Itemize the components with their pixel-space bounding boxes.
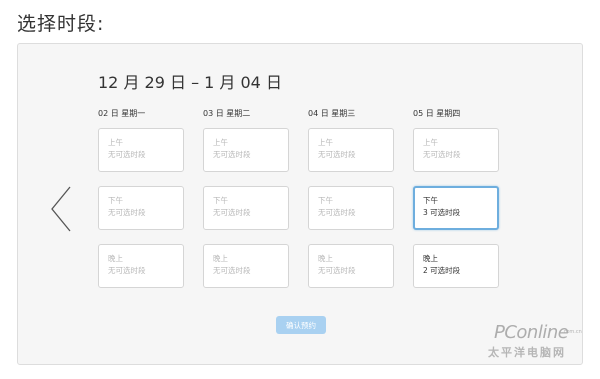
slot-status: 2 可选时段 — [423, 266, 461, 275]
slot-status: 3 可选时段 — [423, 208, 461, 217]
slot-status: 无可选时段 — [108, 150, 146, 159]
slot-status: 无可选时段 — [213, 150, 251, 159]
page-title: 选择时段: — [17, 13, 105, 35]
slot-period: 上午 — [213, 138, 228, 147]
slot-period: 下午 — [213, 196, 228, 205]
slot-status: 无可选时段 — [318, 266, 356, 275]
watermark-domain: .com.cn — [562, 329, 582, 335]
slot-mon-afternoon[interactable]: 下午 无可选时段 — [98, 186, 184, 230]
slot-period: 上午 — [423, 138, 438, 147]
slot-status: 无可选时段 — [108, 266, 146, 275]
day-header-tue: 03 日 星期二 — [203, 109, 251, 118]
slot-period: 下午 — [423, 196, 438, 205]
watermark-brand: PConline — [494, 322, 569, 343]
slot-wed-afternoon[interactable]: 下午 无可选时段 — [308, 186, 394, 230]
slot-thu-afternoon[interactable]: 下午 3 可选时段 — [413, 186, 499, 230]
slot-status: 无可选时段 — [213, 266, 251, 275]
watermark-cn-text: 太平洋电脑网 — [488, 346, 566, 359]
slot-mon-morning[interactable]: 上午 无可选时段 — [98, 128, 184, 172]
slot-period: 晚上 — [108, 254, 123, 263]
chevron-left-icon[interactable] — [50, 186, 72, 232]
slot-period: 晚上 — [423, 254, 438, 263]
slot-wed-evening[interactable]: 晚上 无可选时段 — [308, 244, 394, 288]
day-header-wed: 04 日 星期三 — [308, 109, 356, 118]
slot-thu-morning[interactable]: 上午 无可选时段 — [413, 128, 499, 172]
slot-period: 晚上 — [213, 254, 228, 263]
slot-period: 下午 — [108, 196, 123, 205]
day-header-mon: 02 日 星期一 — [98, 109, 146, 118]
confirm-booking-button[interactable]: 确认预约 — [276, 316, 326, 334]
date-range: 12 月 29 日 – 1 月 04 日 — [98, 73, 282, 92]
slot-tue-afternoon[interactable]: 下午 无可选时段 — [203, 186, 289, 230]
slot-mon-evening[interactable]: 晚上 无可选时段 — [98, 244, 184, 288]
slot-tue-evening[interactable]: 晚上 无可选时段 — [203, 244, 289, 288]
day-header-thu: 05 日 星期四 — [413, 109, 461, 118]
slot-period: 上午 — [318, 138, 333, 147]
slot-status: 无可选时段 — [108, 208, 146, 217]
slot-thu-evening[interactable]: 晚上 2 可选时段 — [413, 244, 499, 288]
slot-status: 无可选时段 — [213, 208, 251, 217]
slot-period: 晚上 — [318, 254, 333, 263]
slot-status: 无可选时段 — [318, 208, 356, 217]
slot-tue-morning[interactable]: 上午 无可选时段 — [203, 128, 289, 172]
slot-status: 无可选时段 — [318, 150, 356, 159]
slot-wed-morning[interactable]: 上午 无可选时段 — [308, 128, 394, 172]
slot-status: 无可选时段 — [423, 150, 461, 159]
slot-period: 下午 — [318, 196, 333, 205]
pconline-watermark-logo: PConline .com.cn 太平洋电脑网 — [486, 318, 584, 364]
time-slot-panel: 12 月 29 日 – 1 月 04 日 02 日 星期一 03 日 星期二 0… — [17, 43, 583, 365]
slot-period: 上午 — [108, 138, 123, 147]
